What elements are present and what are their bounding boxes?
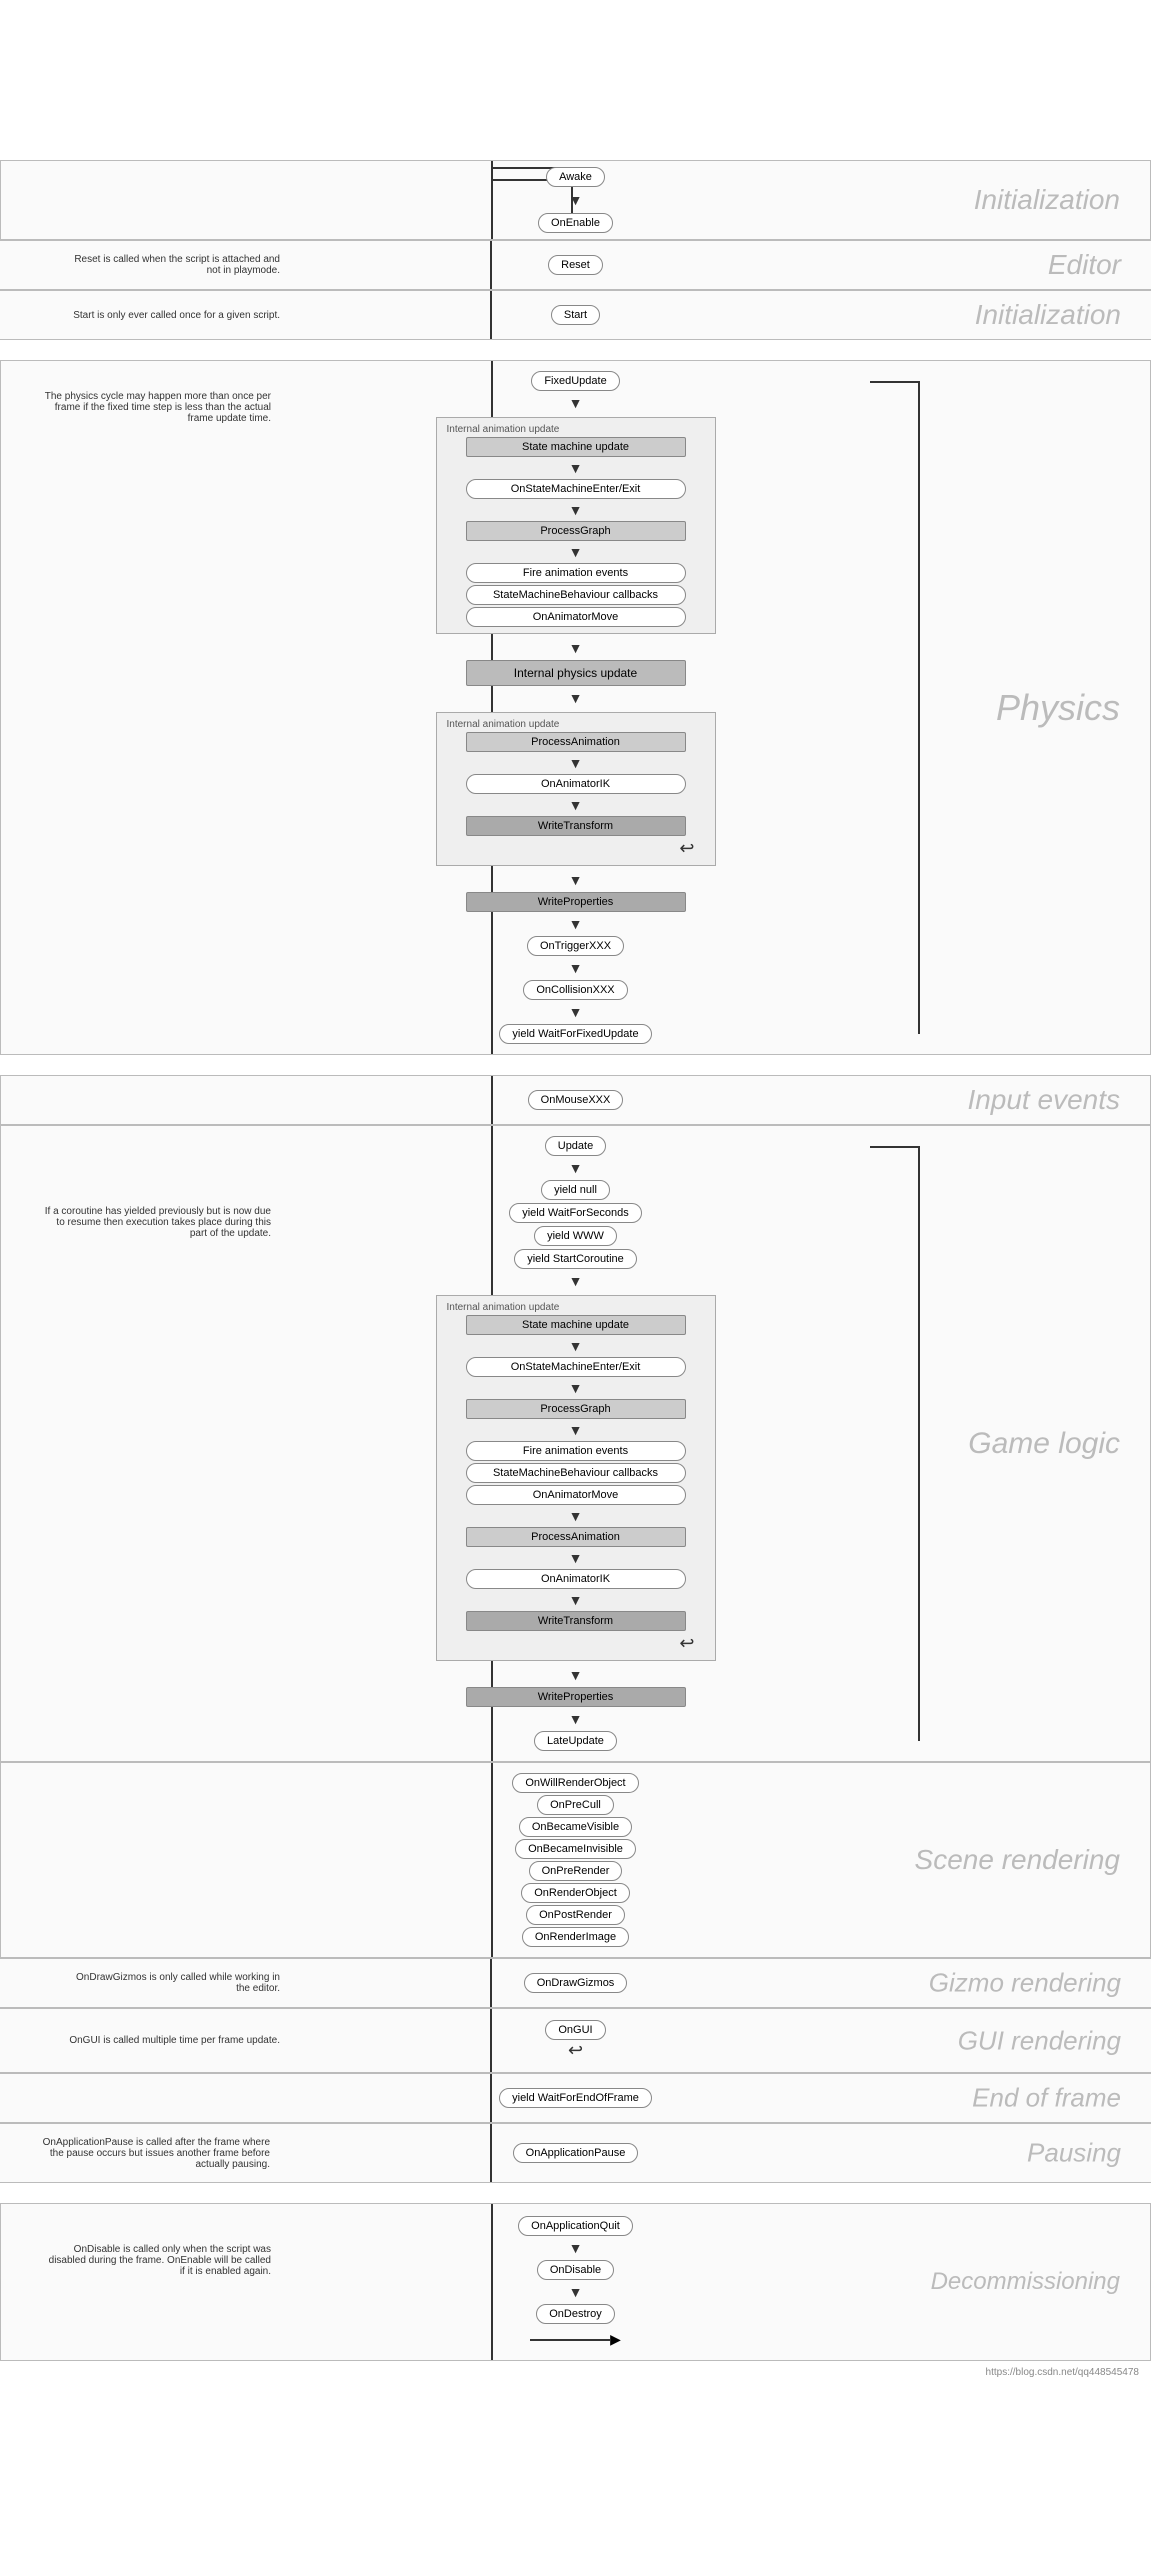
anim-update-label-1: Internal animation update bbox=[447, 424, 560, 435]
node-on-draw-gizmos: OnDrawGizmos bbox=[524, 1973, 628, 1993]
section-pausing: OnApplicationPause is called after the f… bbox=[0, 2123, 1151, 2183]
section-scene-rendering: OnWillRenderObject OnPreCull OnBecameVis… bbox=[0, 1762, 1151, 1958]
node-process-animation-gl: ProcessAnimation bbox=[466, 1527, 686, 1547]
node-write-transform-gl: WriteTransform bbox=[466, 1611, 686, 1631]
node-update: Update bbox=[545, 1136, 606, 1156]
node-on-became-invisible: OnBecameInvisible bbox=[515, 1839, 636, 1859]
section-initialization1: Awake ▼ OnEnable Initialization bbox=[0, 160, 1151, 240]
node-on-state-machine-enter-exit-1: OnStateMachineEnter/Exit bbox=[466, 479, 686, 499]
section-gui-rendering: OnGUI is called multiple time per frame … bbox=[0, 2008, 1151, 2073]
node-yield-www: yield WWW bbox=[534, 1226, 617, 1246]
node-write-transform-1: WriteTransform bbox=[466, 816, 686, 836]
node-on-post-render: OnPostRender bbox=[526, 1905, 625, 1925]
node-onenable: OnEnable bbox=[538, 213, 613, 233]
anim-update-label-gamelogic: Internal animation update bbox=[447, 1302, 560, 1313]
anim-update-box-gamelogic: Internal animation update State machine … bbox=[436, 1295, 716, 1661]
anim-update-box-1: Internal animation update State machine … bbox=[436, 417, 716, 634]
node-yield-null: yield null bbox=[541, 1180, 610, 1200]
anim-update-box-2: Internal animation update ProcessAnimati… bbox=[436, 712, 716, 866]
node-on-animator-move-gl: OnAnimatorMove bbox=[466, 1485, 686, 1505]
annotation-initialization2: Start is only ever called once for a giv… bbox=[60, 310, 280, 321]
section-label-initialization1: Initialization bbox=[974, 184, 1120, 216]
node-start: Start bbox=[551, 305, 600, 325]
node-reset: Reset bbox=[548, 255, 603, 275]
node-on-collision-xxx: OnCollisionXXX bbox=[523, 980, 627, 1000]
node-internal-physics-update: Internal physics update bbox=[466, 660, 686, 686]
node-state-machine-behaviour-1: StateMachineBehaviour callbacks bbox=[466, 585, 686, 605]
anim-update-label-2: Internal animation update bbox=[447, 719, 560, 730]
node-on-pre-render: OnPreRender bbox=[529, 1861, 623, 1881]
node-yield-wait-end-of-frame: yield WaitForEndOfFrame bbox=[499, 2088, 652, 2108]
node-on-state-machine-enter-exit-gl: OnStateMachineEnter/Exit bbox=[466, 1357, 686, 1377]
node-yield-wait-fixed: yield WaitForFixedUpdate bbox=[499, 1024, 651, 1044]
annotation-gui: OnGUI is called multiple time per frame … bbox=[60, 2035, 280, 2046]
node-on-gui: OnGUI bbox=[545, 2020, 605, 2040]
node-on-disable: OnDisable bbox=[537, 2260, 614, 2280]
node-process-animation-1: ProcessAnimation bbox=[466, 732, 686, 752]
section-label-input-events: Input events bbox=[967, 1084, 1120, 1116]
node-on-animator-move-1: OnAnimatorMove bbox=[466, 607, 686, 627]
node-awake: Awake bbox=[546, 167, 605, 187]
section-initialization2: Start is only ever called once for a giv… bbox=[0, 290, 1151, 340]
node-on-became-visible: OnBecameVisible bbox=[519, 1817, 632, 1837]
loop-arrow-1: ↩ bbox=[679, 838, 694, 859]
node-state-machine-update-gl: State machine update bbox=[466, 1315, 686, 1335]
annotation-editor: Reset is called when the script is attac… bbox=[60, 254, 280, 276]
section-label-gizmo-rendering: Gizmo rendering bbox=[929, 1968, 1121, 1999]
node-process-graph-1: ProcessGraph bbox=[466, 521, 686, 541]
section-editor: Reset is called when the script is attac… bbox=[0, 240, 1151, 290]
node-fire-anim-events-gl: Fire animation events bbox=[466, 1441, 686, 1461]
annotation-pausing: OnApplicationPause is called after the f… bbox=[40, 2137, 270, 2170]
node-write-properties-1: WriteProperties bbox=[466, 892, 686, 912]
section-label-editor: Editor bbox=[1048, 249, 1121, 281]
node-state-machine-update-1: State machine update bbox=[466, 437, 686, 457]
node-on-animator-ik-gl: OnAnimatorIK bbox=[466, 1569, 686, 1589]
node-late-update: LateUpdate bbox=[534, 1731, 617, 1751]
gui-loop-arrow: ↩ bbox=[568, 2040, 583, 2061]
node-state-machine-behaviour-gl: StateMachineBehaviour callbacks bbox=[466, 1463, 686, 1483]
section-physics: The physics cycle may happen more than o… bbox=[0, 360, 1151, 1055]
node-on-pre-cull: OnPreCull bbox=[537, 1795, 614, 1815]
arrow: ▼ bbox=[569, 193, 583, 207]
page: Legend User callback Internal function I… bbox=[0, 160, 1151, 2384]
section-end-of-frame: yield WaitForEndOfFrame End of frame bbox=[0, 2073, 1151, 2123]
node-on-will-render: OnWillRenderObject bbox=[512, 1773, 638, 1793]
section-gizmo-rendering: OnDrawGizmos is only called while workin… bbox=[0, 1958, 1151, 2008]
node-fixedupdate: FixedUpdate bbox=[531, 371, 619, 391]
section-input-events: OnMouseXXX Input events bbox=[0, 1075, 1151, 1125]
node-on-render-object: OnRenderObject bbox=[521, 1883, 630, 1903]
footer: https://blog.csdn.net/qq448545478 bbox=[0, 2361, 1151, 2384]
node-on-application-quit: OnApplicationQuit bbox=[518, 2216, 633, 2236]
section-game-logic: If a coroutine has yielded previously bu… bbox=[0, 1125, 1151, 1762]
section-label-end-of-frame: End of frame bbox=[972, 2083, 1121, 2114]
node-yield-wait-for-seconds: yield WaitForSeconds bbox=[509, 1203, 642, 1223]
node-on-trigger-xxx: OnTriggerXXX bbox=[527, 936, 624, 956]
node-fire-anim-events-1: Fire animation events bbox=[466, 563, 686, 583]
loop-arrow-gl: ↩ bbox=[679, 1633, 694, 1654]
section-label-pausing: Pausing bbox=[1027, 2138, 1121, 2169]
annotation-gizmo: OnDrawGizmos is only called while workin… bbox=[60, 1972, 280, 1994]
footer-url: https://blog.csdn.net/qq448545478 bbox=[986, 2367, 1139, 2378]
node-process-graph-gl: ProcessGraph bbox=[466, 1399, 686, 1419]
section-label-initialization2: Initialization bbox=[975, 299, 1121, 331]
node-on-mouse-xxx: OnMouseXXX bbox=[528, 1090, 624, 1110]
node-on-render-image: OnRenderImage bbox=[522, 1927, 629, 1947]
node-yield-start-coroutine: yield StartCoroutine bbox=[514, 1249, 637, 1269]
node-write-properties-gl: WriteProperties bbox=[466, 1687, 686, 1707]
node-on-destroy: OnDestroy bbox=[536, 2304, 615, 2324]
section-label-gui-rendering: GUI rendering bbox=[958, 2025, 1121, 2056]
section-decommissioning: OnDisable is called only when the script… bbox=[0, 2203, 1151, 2361]
node-on-animator-ik-1: OnAnimatorIK bbox=[466, 774, 686, 794]
node-on-application-pause: OnApplicationPause bbox=[513, 2143, 639, 2163]
